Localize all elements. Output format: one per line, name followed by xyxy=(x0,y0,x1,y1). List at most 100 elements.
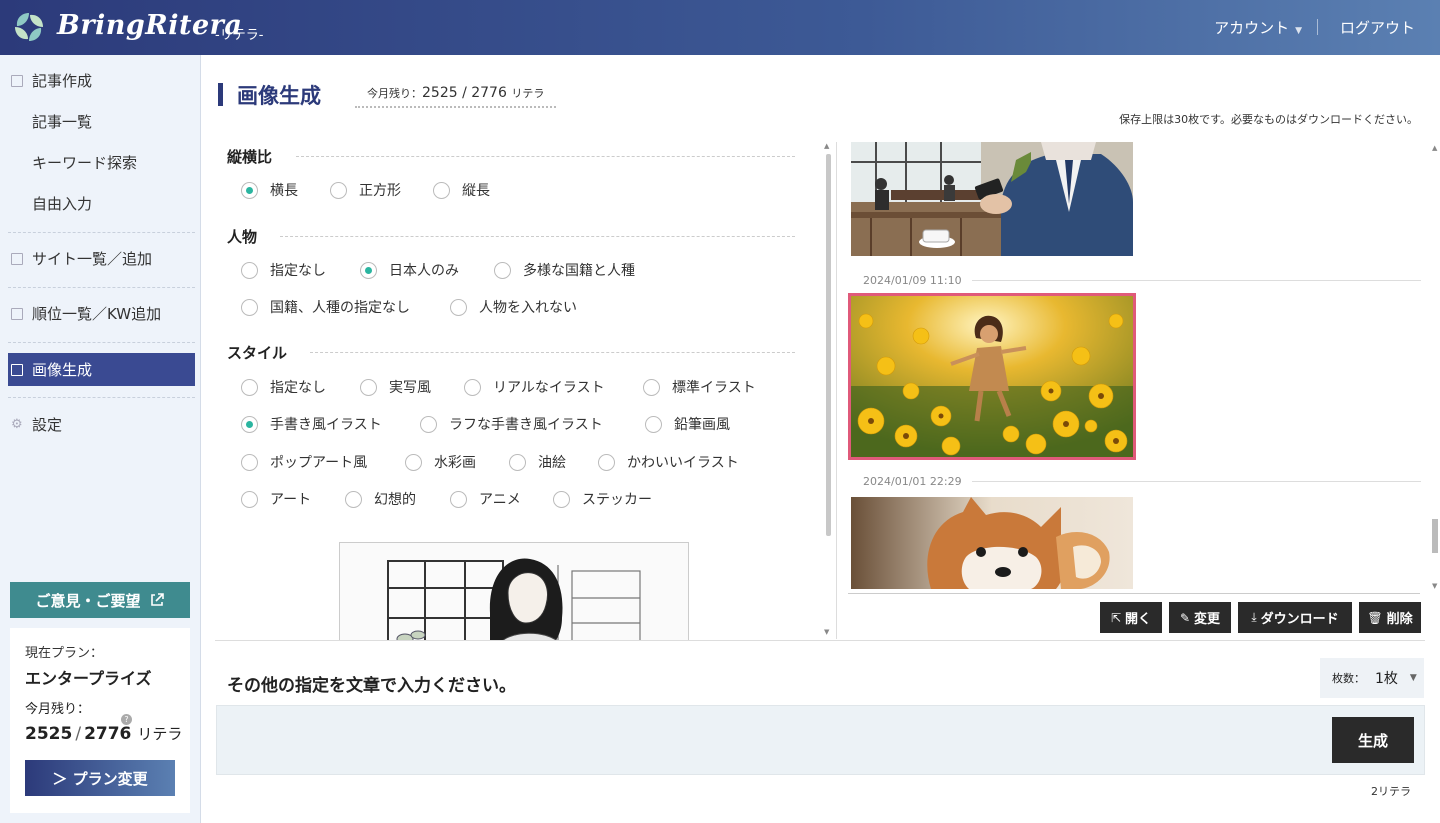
radio-person-diverse[interactable]: 多様な国籍と人種 xyxy=(494,260,635,280)
radio-style-rough[interactable]: ラフな手書き風イラスト xyxy=(420,414,603,434)
scroll-down-icon[interactable]: ▼ xyxy=(1432,582,1437,590)
generated-image-flowers-selected[interactable] xyxy=(848,293,1136,460)
account-menu[interactable]: アカウント ▼ xyxy=(1214,17,1302,38)
external-link-icon: ⇱ xyxy=(1110,610,1122,625)
radio-style-handdrawn[interactable]: 手書き風イラスト xyxy=(241,414,382,434)
radio-dot xyxy=(241,453,258,471)
scrollbar-thumb[interactable] xyxy=(1432,519,1438,553)
radio-dot xyxy=(241,181,258,199)
handdrawn-preview-illustration xyxy=(340,543,688,640)
radio-person-none[interactable]: 指定なし xyxy=(241,260,326,280)
scrollbar-thumb[interactable] xyxy=(826,154,831,536)
radio-style-anime[interactable]: アニメ xyxy=(450,489,521,509)
download-button[interactable]: ⤓ ダウンロード xyxy=(1238,602,1352,633)
image-date: 2024/01/01 22:29 xyxy=(863,475,1421,488)
radio-style-fantasy[interactable]: 幻想的 xyxy=(345,489,416,509)
sidebar-item-sites[interactable]: サイト一覧／追加 xyxy=(8,242,195,275)
radio-dot xyxy=(643,378,660,396)
remain-total: 2776 xyxy=(84,724,132,744)
sidebar-item-free-input[interactable]: 自由入力 xyxy=(8,187,195,220)
sidebar-item-ranking[interactable]: 順位一覧／KW追加 xyxy=(8,297,195,330)
edit-button[interactable]: ✎ 変更 xyxy=(1169,602,1231,633)
sidebar-item-settings[interactable]: ⚙ 設定 xyxy=(8,408,195,441)
radio-label: 鉛筆画風 xyxy=(674,417,730,433)
prompt-textarea[interactable] xyxy=(216,705,1425,775)
radio-label: 正方形 xyxy=(359,183,401,199)
trash-icon: 🗑 xyxy=(1367,610,1383,625)
monthly-remaining: 今月残り：2525 / 2776 リテラ xyxy=(355,85,557,108)
plan-change-button[interactable]: ＞ プラン変更 xyxy=(25,760,175,796)
image-count-select[interactable]: 枚数： 1枚 ▼ xyxy=(1320,658,1424,698)
sidebar-item-article-list[interactable]: 記事一覧 xyxy=(8,105,195,138)
sidebar-item-image-generate[interactable]: 画像生成 xyxy=(8,353,195,386)
logout-link[interactable]: ログアウト xyxy=(1340,17,1415,38)
delete-button[interactable]: 🗑 削除 xyxy=(1359,602,1421,633)
radio-label: 指定なし xyxy=(270,263,326,279)
radio-style-art[interactable]: アート xyxy=(241,489,311,509)
storage-notice: 保存上限は30枚です。必要なものはダウンロードください。 xyxy=(1119,113,1418,126)
feedback-label: ご意見・ご要望 xyxy=(35,591,141,610)
app-header: BringRitera -リテラ- アカウント ▼ ログアウト xyxy=(0,0,1440,55)
pencil-icon: ✎ xyxy=(1179,610,1191,625)
style-section-title: スタイル xyxy=(227,344,288,362)
options-panel: 縦横比 横長 正方形 縦長 人物 指定なし 日本人のみ 多様な国籍と人種 国籍、… xyxy=(218,140,833,640)
radio-label: 日本人のみ xyxy=(389,263,459,279)
radio-label: 手書き風イラスト xyxy=(270,417,382,433)
remain-value: 2525/2776 リテラ xyxy=(25,724,183,744)
radio-aspect-portrait[interactable]: 縦長 xyxy=(433,180,490,200)
edit-label: 変更 xyxy=(1194,612,1221,627)
radio-label: 横長 xyxy=(270,183,298,199)
app-logo[interactable] xyxy=(12,10,46,44)
sidebar-item-keyword-search[interactable]: キーワード探索 xyxy=(8,146,195,179)
file-icon xyxy=(11,252,23,265)
radio-style-photo[interactable]: 実写風 xyxy=(360,377,431,397)
radio-style-sticker[interactable]: ステッカー xyxy=(553,489,652,509)
options-scrollbar[interactable]: ▲ ▼ xyxy=(823,142,833,638)
feedback-button[interactable]: ご意見・ご要望 xyxy=(10,582,190,618)
shiba-dog-image xyxy=(851,497,1133,589)
remain-unit: リテラ xyxy=(137,725,183,743)
radio-style-standard[interactable]: 標準イラスト xyxy=(643,377,756,397)
radio-label: 実写風 xyxy=(389,380,431,396)
account-label: アカウント xyxy=(1214,19,1290,37)
radio-dot xyxy=(598,453,615,471)
radio-style-watercolor[interactable]: 水彩画 xyxy=(405,452,476,472)
scroll-up-icon[interactable]: ▲ xyxy=(824,142,829,150)
radio-style-none[interactable]: 指定なし xyxy=(241,377,326,397)
sidebar-item-label: サイト一覧／追加 xyxy=(32,250,153,268)
radio-style-cute[interactable]: かわいいイラスト xyxy=(598,452,739,472)
radio-style-pencil[interactable]: 鉛筆画風 xyxy=(645,414,730,434)
prompt-label: その他の指定を文章で入力ください。 xyxy=(227,676,516,696)
radio-person-japanese[interactable]: 日本人のみ xyxy=(360,260,459,280)
radio-dot xyxy=(405,453,422,471)
section-divider xyxy=(296,156,795,157)
radio-dot xyxy=(450,490,467,508)
flower-field-girl-image xyxy=(851,296,1133,457)
scroll-down-icon[interactable]: ▼ xyxy=(824,628,829,636)
sidebar-item-article-create[interactable]: 記事作成 xyxy=(8,64,195,97)
radio-person-no-nationality[interactable]: 国籍、人種の指定なし xyxy=(241,297,410,317)
style-preview-image xyxy=(339,542,689,640)
generated-image-cafe[interactable] xyxy=(851,142,1133,256)
brand-subtitle: -リテラ- xyxy=(215,28,264,43)
radio-style-oil[interactable]: 油絵 xyxy=(509,452,566,472)
radio-label: 国籍、人種の指定なし xyxy=(270,300,410,316)
scroll-up-icon[interactable]: ▲ xyxy=(1432,144,1437,152)
image-gallery: 2024/01/09 11:10 2024/01/01 22:29 xyxy=(848,142,1421,594)
open-button[interactable]: ⇱ 開く xyxy=(1100,602,1162,633)
section-divider xyxy=(310,352,795,353)
external-link-icon xyxy=(150,593,164,606)
gallery-scrollbar[interactable]: ▲ ▼ xyxy=(1432,142,1440,592)
cafe-businessman-image xyxy=(851,142,1133,256)
radio-aspect-square[interactable]: 正方形 xyxy=(330,180,401,200)
radio-style-popart[interactable]: ポップアート風 xyxy=(241,452,367,472)
sidebar-divider xyxy=(8,342,195,343)
generated-image-shiba[interactable] xyxy=(851,497,1133,589)
radio-person-exclude[interactable]: 人物を入れない xyxy=(450,297,577,317)
radio-style-realistic[interactable]: リアルなイラスト xyxy=(464,377,605,397)
radio-dot xyxy=(420,415,437,433)
radio-aspect-landscape[interactable]: 横長 xyxy=(241,180,298,200)
generate-button[interactable]: 生成 xyxy=(1332,717,1414,763)
sidebar-divider xyxy=(8,397,195,398)
chart-icon xyxy=(11,307,23,320)
